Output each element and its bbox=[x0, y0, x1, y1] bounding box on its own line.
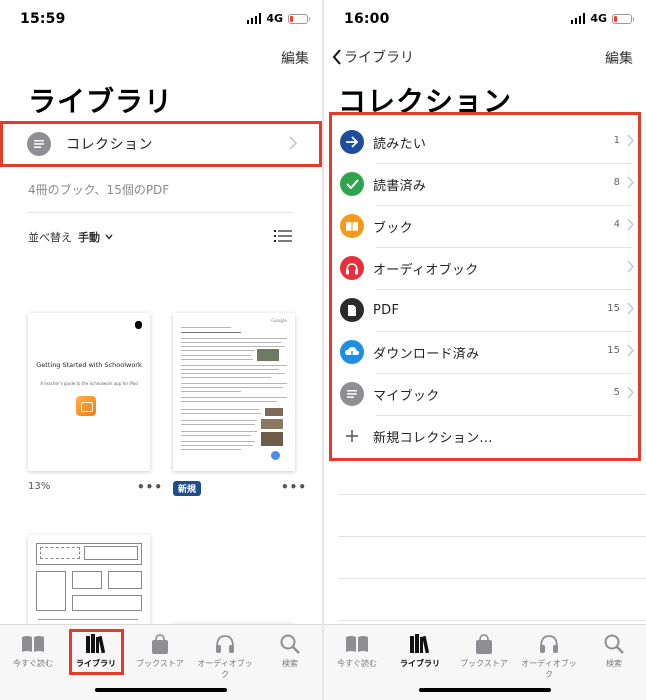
highlight-box bbox=[69, 629, 124, 675]
carrier-label: 4G bbox=[590, 12, 607, 25]
shopping-bag-icon bbox=[476, 634, 492, 654]
collection-count: 15 bbox=[607, 303, 620, 314]
status-bar: 16:00 4G bbox=[324, 0, 646, 40]
open-book-icon bbox=[22, 636, 44, 652]
list-icon bbox=[27, 132, 51, 156]
tab-search[interactable]: 検索 bbox=[584, 631, 644, 669]
list-icon bbox=[340, 382, 364, 406]
back-button[interactable]: ライブラリ bbox=[332, 47, 414, 67]
chevron-right-icon bbox=[627, 386, 634, 399]
page-title: ライブラリ bbox=[28, 85, 174, 118]
document-header: Google bbox=[271, 319, 287, 324]
collection-count: 8 bbox=[613, 177, 620, 188]
more-icon[interactable]: ••• bbox=[281, 481, 307, 493]
shopping-bag-icon bbox=[152, 634, 168, 654]
plus-icon bbox=[340, 429, 364, 443]
chevron-right-icon bbox=[627, 302, 634, 315]
battery-icon bbox=[612, 13, 634, 24]
collection-pdf[interactable]: PDF 15 bbox=[340, 289, 638, 331]
tab-library[interactable]: ライブラリ bbox=[390, 631, 450, 669]
list-view-icon[interactable] bbox=[274, 229, 292, 243]
chevron-right-icon bbox=[627, 134, 634, 147]
book-cover-sketch[interactable] bbox=[28, 535, 150, 635]
collection-count: 5 bbox=[613, 387, 620, 398]
tab-read-now[interactable]: 今すぐ読む bbox=[327, 631, 387, 669]
collection-downloaded[interactable]: ダウンロード済み 15 bbox=[340, 331, 638, 373]
signal-icon bbox=[246, 13, 262, 24]
arrow-right-icon bbox=[340, 130, 364, 154]
sort-label: 並べ替え bbox=[28, 231, 72, 244]
checkmark-icon bbox=[340, 172, 364, 196]
apple-logo-icon bbox=[135, 321, 142, 329]
chevron-left-icon bbox=[332, 49, 341, 65]
book-title: Getting Started with Schoolwork bbox=[36, 361, 142, 369]
back-label: ライブラリ bbox=[344, 50, 414, 66]
collections-screen: 16:00 4G ライブラリ 編集 コレクション 読みたい 1 読書済み 8 ブ… bbox=[324, 0, 646, 700]
collection-books[interactable]: ブック 4 bbox=[340, 205, 638, 247]
book-cover-schoolwork[interactable]: Getting Started with Schoolwork A teache… bbox=[28, 313, 150, 471]
tab-bookstore[interactable]: ブックストア bbox=[454, 631, 514, 669]
cloud-download-icon bbox=[340, 340, 364, 364]
collection-audiobooks[interactable]: オーディオブック bbox=[340, 247, 638, 289]
battery-icon bbox=[288, 13, 310, 24]
tab-bar: 今すぐ読む ライブラリ ブックストア オーディオブック 検索 bbox=[324, 624, 646, 700]
sort-value: 手動 bbox=[78, 231, 100, 244]
headphones-icon bbox=[540, 635, 558, 653]
tab-audiobooks[interactable]: オーディオブック bbox=[195, 631, 255, 680]
chevron-right-icon bbox=[627, 344, 634, 357]
new-collection-button[interactable]: 新規コレクション... bbox=[340, 415, 638, 457]
divider bbox=[28, 212, 294, 213]
chevron-right-icon bbox=[289, 136, 297, 150]
collections-row[interactable]: コレクション bbox=[0, 121, 322, 167]
library-books-icon bbox=[410, 634, 430, 654]
collections-row-label: コレクション bbox=[66, 137, 153, 153]
collection-count: 15 bbox=[607, 345, 620, 356]
book-subtitle: A teacher's guide to the Schoolwork app … bbox=[40, 381, 138, 386]
collection-my-books[interactable]: マイブック 5 bbox=[340, 373, 638, 415]
open-book-icon bbox=[340, 214, 364, 238]
edit-button[interactable]: 編集 bbox=[281, 48, 309, 68]
book-progress: 13% bbox=[28, 481, 51, 492]
open-book-icon bbox=[346, 636, 368, 652]
collection-count: 1 bbox=[613, 135, 620, 146]
tab-audiobooks[interactable]: オーディオブック bbox=[519, 631, 579, 680]
chevron-right-icon bbox=[627, 218, 634, 231]
book-cover-pdf[interactable]: Google bbox=[173, 313, 295, 471]
status-time: 15:59 bbox=[20, 11, 66, 27]
tab-search[interactable]: 検索 bbox=[260, 631, 320, 669]
edit-button[interactable]: 編集 bbox=[605, 48, 633, 68]
home-indicator bbox=[419, 688, 551, 692]
library-screen: 15:59 4G 編集 ライブラリ コレクション 4冊のブック、15個のPDF … bbox=[0, 0, 322, 700]
collection-count: 4 bbox=[613, 219, 620, 230]
status-time: 16:00 bbox=[344, 11, 390, 27]
collection-finished[interactable]: 読書済み 8 bbox=[340, 163, 638, 205]
search-icon bbox=[604, 634, 624, 654]
library-count: 4冊のブック、15個のPDF bbox=[28, 183, 170, 197]
new-badge: 新規 bbox=[173, 481, 202, 496]
signal-icon bbox=[570, 13, 586, 24]
home-indicator bbox=[95, 688, 227, 692]
search-icon bbox=[280, 634, 300, 654]
tab-read-now[interactable]: 今すぐ読む bbox=[3, 631, 63, 669]
document-icon bbox=[340, 298, 364, 322]
headphones-icon bbox=[216, 635, 234, 653]
status-bar: 15:59 4G bbox=[0, 0, 322, 40]
more-icon[interactable]: ••• bbox=[137, 481, 163, 493]
chevron-right-icon bbox=[627, 260, 634, 273]
headphones-icon bbox=[340, 256, 364, 280]
document-image bbox=[257, 349, 279, 361]
chevron-right-icon bbox=[627, 176, 634, 189]
tab-bar: 今すぐ読む ライブラリ ブックストア オーディオブック 検索 bbox=[0, 624, 322, 700]
tab-bookstore[interactable]: ブックストア bbox=[130, 631, 190, 669]
sort-control[interactable]: 並べ替え 手動 bbox=[28, 229, 113, 245]
collection-want-to-read[interactable]: 読みたい 1 bbox=[340, 121, 638, 163]
collections-list: 読みたい 1 読書済み 8 ブック 4 オーディオブック PDF 15 ダウンロ… bbox=[329, 112, 641, 461]
chevron-down-icon bbox=[105, 234, 113, 240]
schoolwork-logo-icon bbox=[76, 396, 96, 416]
carrier-label: 4G bbox=[266, 12, 283, 25]
